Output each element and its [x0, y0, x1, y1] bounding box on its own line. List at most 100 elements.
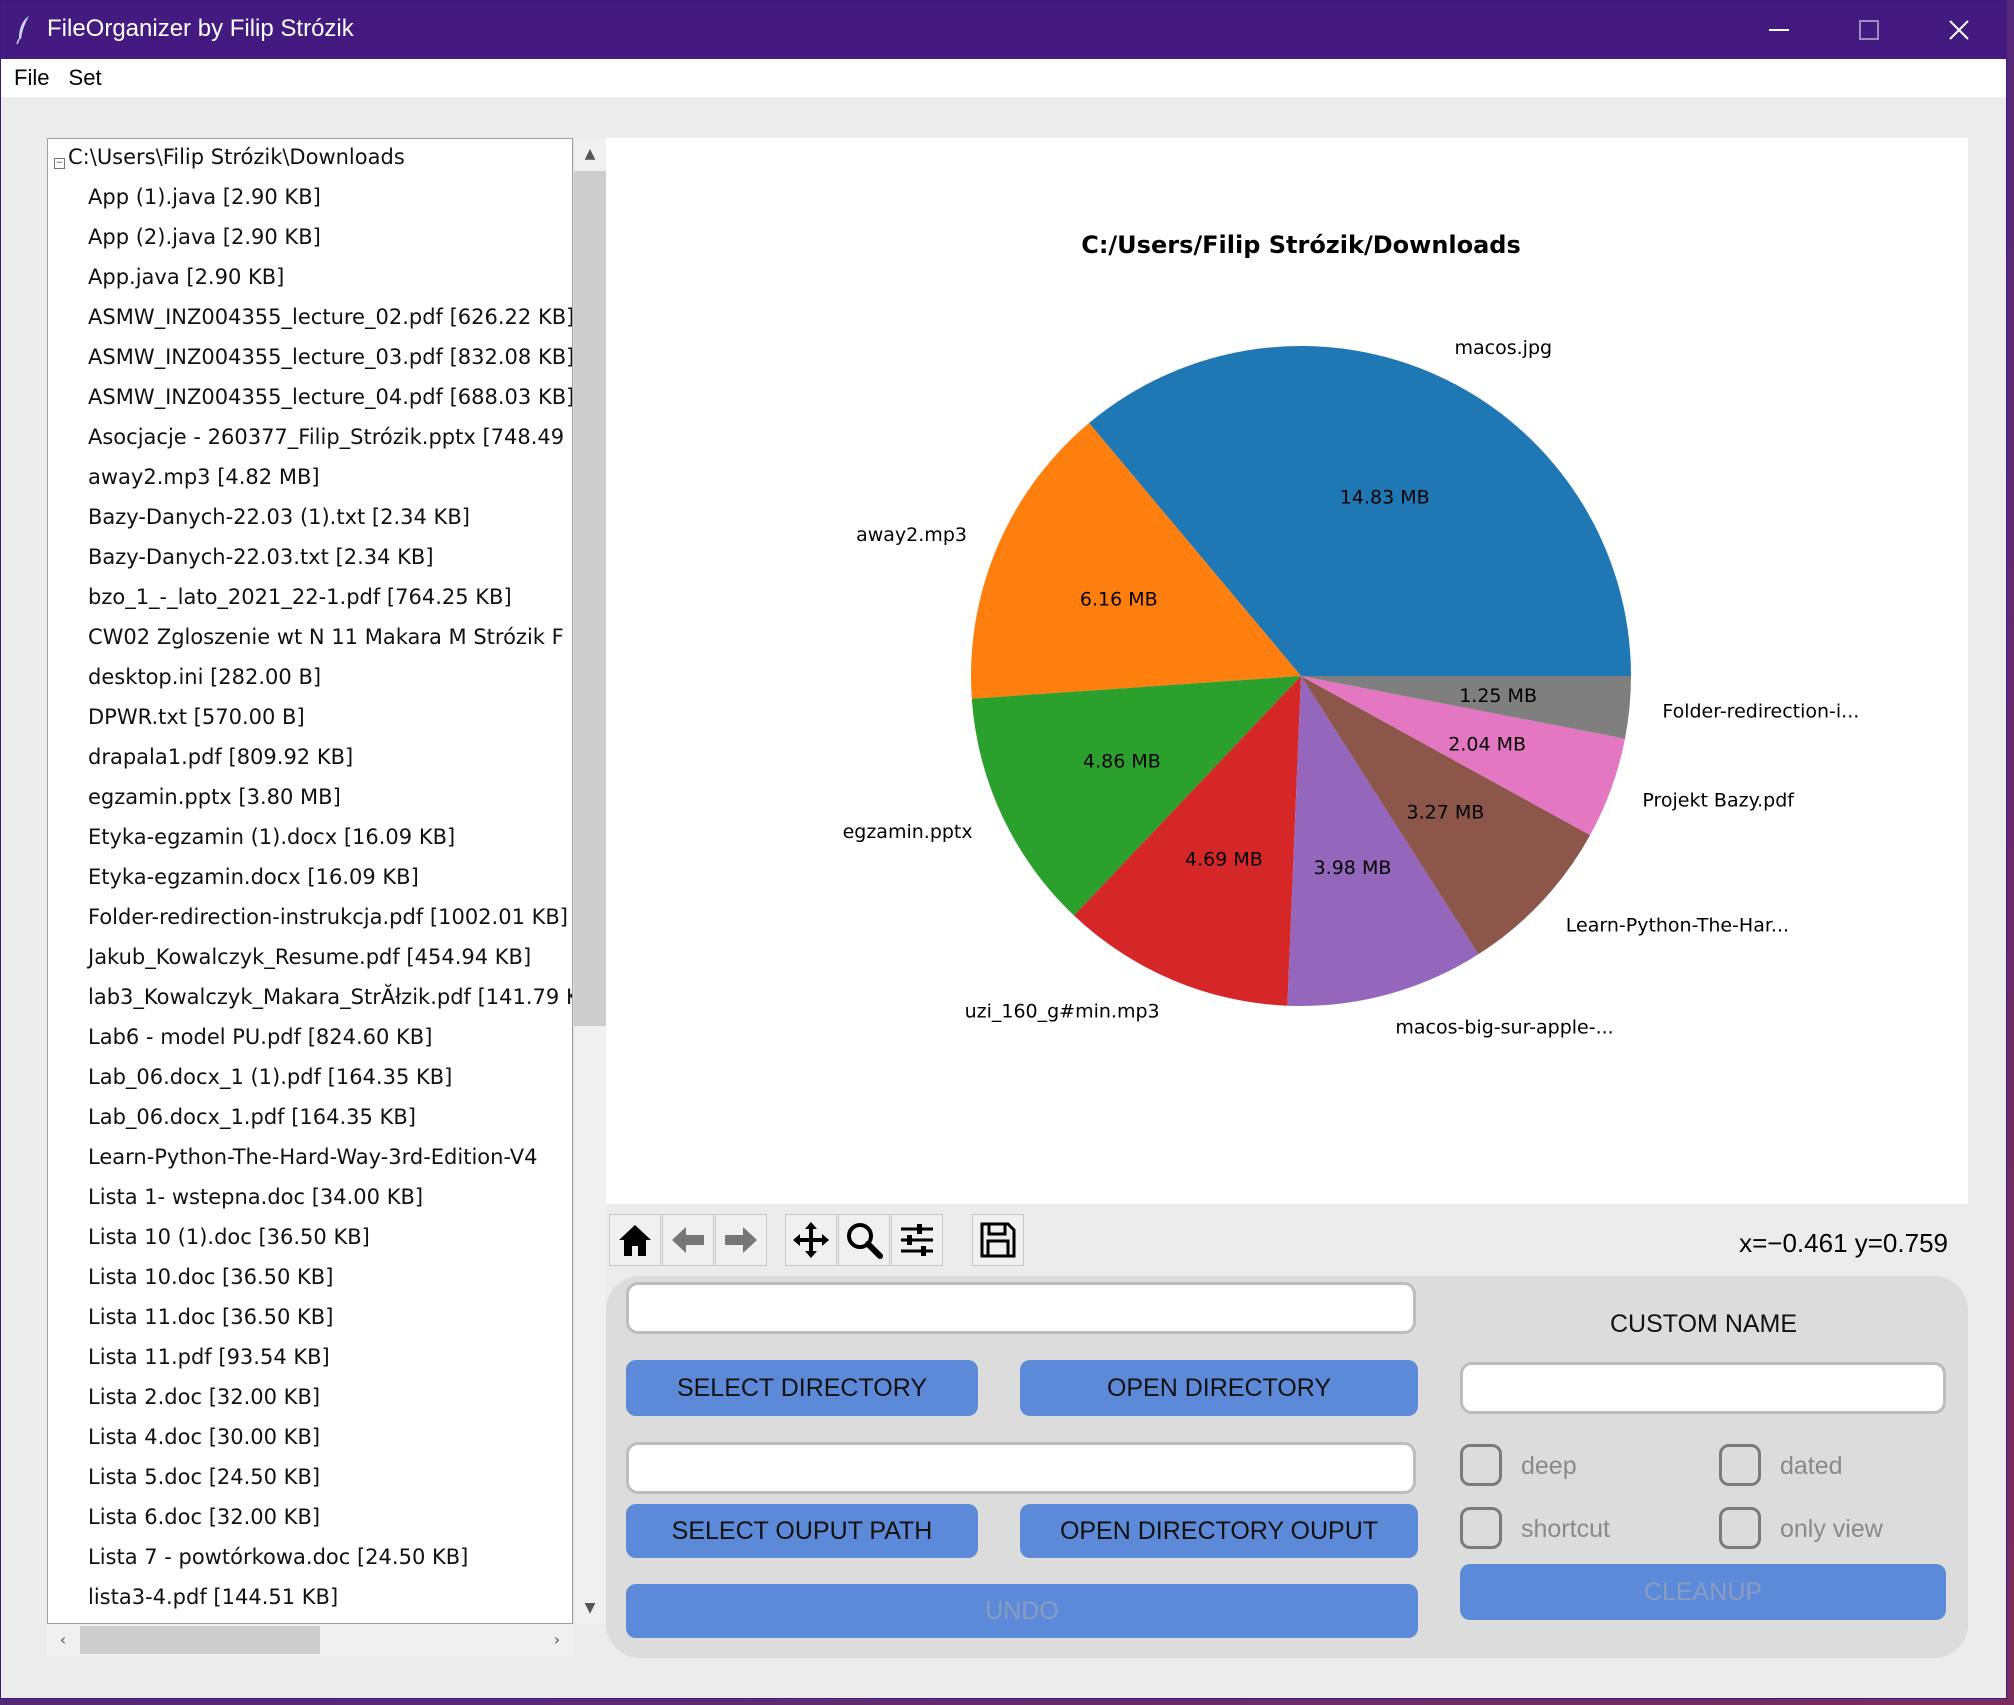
tree-item[interactable]: Lista 5.doc [24.50 KB] — [88, 1465, 320, 1505]
tree-item[interactable]: Lista 1- wstepna.doc [34.00 KB] — [88, 1185, 423, 1225]
select-directory-button[interactable]: SELECT DIRECTORY — [626, 1360, 978, 1416]
pan-icon — [793, 1222, 829, 1258]
tree-item[interactable]: Lab_06.docx_1 (1).pdf [164.35 KB] — [88, 1065, 452, 1105]
slice-name-label: egzamin.pptx — [843, 821, 973, 843]
collapse-icon[interactable]: − — [54, 158, 65, 169]
deep-checkbox[interactable] — [1460, 1444, 1502, 1486]
tree-item[interactable]: desktop.ini [282.00 B] — [88, 665, 321, 705]
scroll-up-icon[interactable]: ▲ — [574, 138, 606, 170]
menu-set[interactable]: Set — [55, 59, 102, 91]
save-icon — [980, 1222, 1016, 1258]
dated-label: dated — [1780, 1452, 1843, 1480]
tree-item[interactable]: lab3_Kowalczyk_Makara_StrĂłzik.pdf [141.… — [88, 985, 572, 1025]
slice-value-label: 14.83 MB — [1340, 487, 1430, 509]
tree-item[interactable]: Lista 2.doc [32.00 KB] — [88, 1385, 320, 1425]
tree-item[interactable]: bzo_1_-_lato_2021_22-1.pdf [764.25 KB] — [88, 585, 512, 625]
tree-item[interactable]: Lista 10 (1).doc [36.50 KB] — [88, 1225, 370, 1265]
tree-item[interactable]: Lista 11.pdf [93.54 KB] — [88, 1345, 330, 1385]
tree-item[interactable]: App (1).java [2.90 KB] — [88, 185, 321, 225]
tree-item[interactable]: Lista 10.doc [36.50 KB] — [88, 1265, 333, 1305]
shortcut-checkbox[interactable] — [1460, 1507, 1502, 1549]
cleanup-button[interactable]: CLEANUP — [1460, 1564, 1946, 1620]
forward-button[interactable] — [715, 1214, 767, 1266]
tree-item[interactable]: ASMW_INZ004355_lecture_04.pdf [688.03 KB… — [88, 385, 572, 425]
file-tree[interactable]: − C:\Users\Filip Strózik\Downloads App (… — [47, 138, 573, 1624]
slice-value-label: 3.27 MB — [1407, 801, 1485, 823]
tree-item[interactable]: Lista 6.doc [32.00 KB] — [88, 1505, 320, 1545]
tree-item[interactable]: Folder-redirection-instrukcja.pdf [1002.… — [88, 905, 568, 945]
tree-item[interactable]: CW02 Zgloszenie wt N 11 Makara M Strózik… — [88, 625, 564, 665]
app-window: FileOrganizer by Filip Strózik File Set … — [0, 0, 2007, 1699]
slice-name-label: Learn-Python-The-Har... — [1566, 914, 1789, 936]
slice-name-label: Folder-redirection-i... — [1662, 701, 1859, 723]
tree-horizontal-scrollbar[interactable]: ‹ › — [47, 1624, 573, 1656]
pan-button[interactable] — [785, 1214, 837, 1266]
scroll-down-icon[interactable]: ▼ — [574, 1592, 606, 1624]
tree-item[interactable]: Bazy-Danych-22.03 (1).txt [2.34 KB] — [88, 505, 470, 545]
slice-value-label: 6.16 MB — [1080, 588, 1158, 610]
tree-vertical-scrollbar[interactable]: ▲ ▼ — [573, 138, 606, 1624]
tree-item[interactable]: App (2).java [2.90 KB] — [88, 225, 321, 265]
custom-name-label: CUSTOM NAME — [1610, 1310, 1798, 1338]
tree-item[interactable]: ASMW_INZ004355_lecture_02.pdf [626.22 KB… — [88, 305, 572, 345]
tree-item[interactable]: Lista 11.doc [36.50 KB] — [88, 1305, 333, 1345]
minimize-button[interactable] — [1734, 1, 1824, 59]
scroll-left-icon[interactable]: ‹ — [47, 1624, 79, 1656]
open-directory-output-button[interactable]: OPEN DIRECTORY OUPUT — [1020, 1504, 1418, 1558]
tree-item[interactable]: drapala1.pdf [809.92 KB] — [88, 745, 353, 785]
cursor-coordinates: x=−0.461 y=0.759 — [1739, 1228, 1948, 1258]
configure-button[interactable] — [891, 1214, 943, 1266]
pie-chart: C:/Users/Filip Strózik/Downloads 14.83 MB… — [843, 231, 1860, 1039]
tree-item[interactable]: ASMW_INZ004355_lecture_03.pdf [832.08 KB… — [88, 345, 572, 385]
back-button[interactable] — [662, 1214, 714, 1266]
menu-bar: File Set — [1, 59, 2006, 97]
save-figure-button[interactable] — [972, 1214, 1024, 1266]
tree-item[interactable]: DPWR.txt [570.00 B] — [88, 705, 305, 745]
select-output-path-button[interactable]: SELECT OUPUT PATH — [626, 1504, 978, 1558]
tree-item[interactable]: Etyka-egzamin.docx [16.09 KB] — [88, 865, 419, 905]
zoom-icon — [847, 1223, 883, 1259]
scroll-right-icon[interactable]: › — [541, 1624, 573, 1656]
tree-item[interactable]: away2.mp3 [4.82 MB] — [88, 465, 320, 505]
directory-input[interactable] — [626, 1282, 1416, 1334]
undo-button[interactable]: UNDO — [626, 1584, 1418, 1638]
forward-icon — [725, 1227, 757, 1253]
tree-item[interactable]: Etyka-egzamin (1).docx [16.09 KB] — [88, 825, 455, 865]
slice-name-label: uzi_160_g#min.mp3 — [965, 1000, 1160, 1022]
tree-item[interactable]: Jakub_Kowalczyk_Resume.pdf [454.94 KB] — [88, 945, 531, 985]
tree-item[interactable]: egzamin.pptx [3.80 MB] — [88, 785, 341, 825]
tree-item[interactable]: Lista 7 - powtórkowa.doc [24.50 KB] — [88, 1545, 468, 1585]
output-path-input[interactable] — [626, 1442, 1416, 1494]
zoom-button[interactable] — [838, 1214, 890, 1266]
tree-item[interactable]: Lab6 - model PU.pdf [824.60 KB] — [88, 1025, 432, 1065]
tree-item[interactable]: Asocjacje - 260377_Filip_Strózik.pptx [7… — [88, 425, 572, 465]
tree-item[interactable]: Bazy-Danych-22.03.txt [2.34 KB] — [88, 545, 434, 585]
menu-file[interactable]: File — [1, 59, 49, 91]
slice-name-label: Projekt Bazy.pdf — [1642, 790, 1795, 812]
scroll-thumb-horizontal[interactable] — [80, 1626, 320, 1654]
maximize-icon — [1859, 20, 1879, 40]
custom-name-input[interactable] — [1460, 1362, 1946, 1414]
scroll-thumb[interactable] — [574, 171, 606, 1026]
deep-label: deep — [1521, 1452, 1577, 1480]
controls-panel: SELECT DIRECTORY OPEN DIRECTORY SELECT O… — [606, 1276, 1968, 1658]
tree-root-label: C:\Users\Filip Strózik\Downloads — [68, 145, 405, 169]
window-title: FileOrganizer by Filip Strózik — [47, 15, 354, 42]
tree-item[interactable]: Lab_06.docx_1.pdf [164.35 KB] — [88, 1105, 416, 1145]
close-button[interactable] — [1914, 1, 2004, 59]
tree-item[interactable]: Lista 4.doc [30.00 KB] — [88, 1425, 320, 1465]
dated-checkbox[interactable] — [1719, 1444, 1761, 1486]
slice-value-label: 1.25 MB — [1459, 685, 1537, 707]
tree-root[interactable]: − C:\Users\Filip Strózik\Downloads — [54, 145, 405, 185]
tree-item[interactable]: Learn-Python-The-Hard-Way-3rd-Edition-V4 — [88, 1145, 538, 1185]
plot-toolbar: x=−0.461 y=0.759 — [606, 1208, 1968, 1272]
tree-item[interactable]: lista3-4.pdf [144.51 KB] — [88, 1585, 338, 1623]
maximize-button[interactable] — [1824, 1, 1914, 59]
home-button[interactable] — [609, 1214, 661, 1266]
open-directory-button[interactable]: OPEN DIRECTORY — [1020, 1360, 1418, 1416]
tree-item[interactable]: App.java [2.90 KB] — [88, 265, 284, 305]
title-bar: FileOrganizer by Filip Strózik — [1, 1, 2006, 59]
shortcut-label: shortcut — [1521, 1515, 1610, 1543]
pie-chart-area[interactable]: C:/Users/Filip Strózik/Downloads 14.83 MB… — [606, 138, 1968, 1204]
only-view-checkbox[interactable] — [1719, 1507, 1761, 1549]
